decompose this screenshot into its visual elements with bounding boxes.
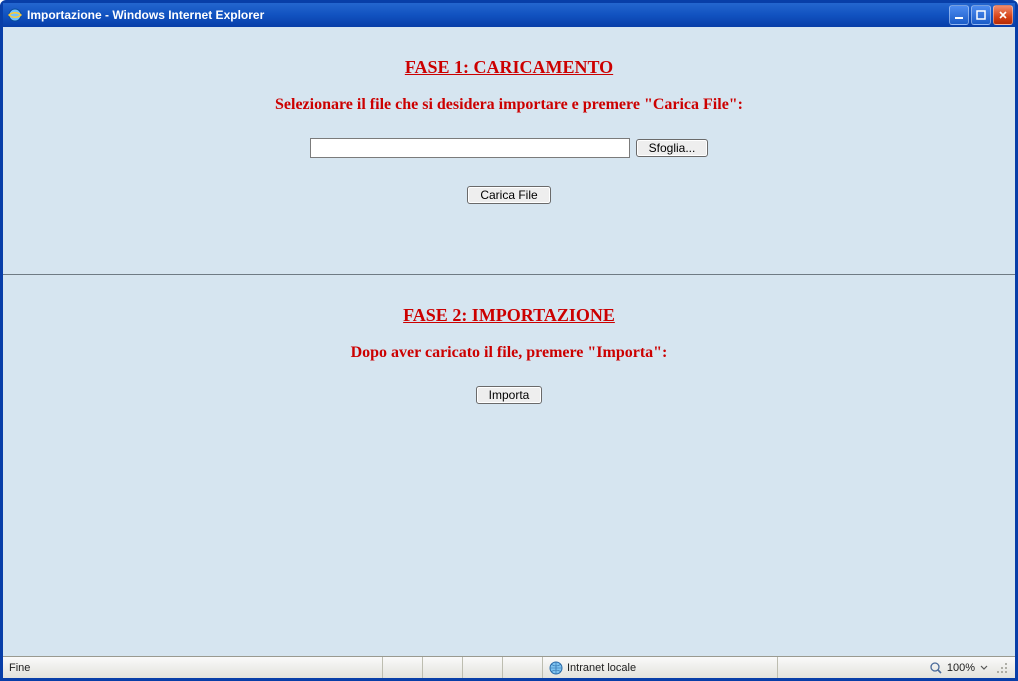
status-separator [463, 657, 503, 678]
phase-1-section: FASE 1: CARICAMENTO Selezionare il file … [3, 57, 1015, 274]
chevron-down-icon[interactable] [979, 664, 989, 672]
magnifier-icon [929, 661, 943, 675]
import-button[interactable]: Importa [476, 386, 543, 404]
minimize-button[interactable] [949, 5, 969, 25]
phase-2-section: FASE 2: IMPORTAZIONE Dopo aver caricato … [3, 305, 1015, 404]
status-text-label: Fine [9, 662, 30, 674]
phase-2-instruction: Dopo aver caricato il file, premere "Imp… [3, 344, 1015, 362]
status-separator [503, 657, 543, 678]
load-file-button[interactable]: Carica File [467, 186, 550, 204]
statusbar: Fine Intranet locale 100% [3, 656, 1015, 678]
file-path-input[interactable] [310, 138, 630, 158]
resize-grip-icon[interactable] [993, 660, 1009, 676]
phase-1-heading: FASE 1: CARICAMENTO [3, 57, 1015, 78]
maximize-button[interactable] [971, 5, 991, 25]
security-zone-label: Intranet locale [567, 662, 636, 674]
status-separator [423, 657, 463, 678]
ie-window: Importazione - Windows Internet Explorer… [0, 0, 1018, 681]
phase-1-instruction: Selezionare il file che si desidera impo… [3, 96, 1015, 114]
window-title: Importazione - Windows Internet Explorer [27, 8, 949, 22]
section-divider [3, 274, 1015, 275]
page-content: FASE 1: CARICAMENTO Selezionare il file … [3, 27, 1015, 656]
zoom-level-label: 100% [947, 662, 975, 674]
ie-icon [7, 7, 23, 23]
security-zone[interactable]: Intranet locale [543, 657, 778, 678]
zoom-control[interactable]: 100% [778, 657, 1015, 678]
status-text: Fine [3, 657, 383, 678]
phase-2-heading: FASE 2: IMPORTAZIONE [3, 305, 1015, 326]
globe-icon [549, 661, 563, 675]
window-buttons [949, 5, 1013, 25]
close-button[interactable] [993, 5, 1013, 25]
titlebar: Importazione - Windows Internet Explorer [3, 3, 1015, 27]
status-separator [383, 657, 423, 678]
browse-button[interactable]: Sfoglia... [636, 139, 709, 157]
file-chooser-row: Sfoglia... [310, 138, 709, 158]
